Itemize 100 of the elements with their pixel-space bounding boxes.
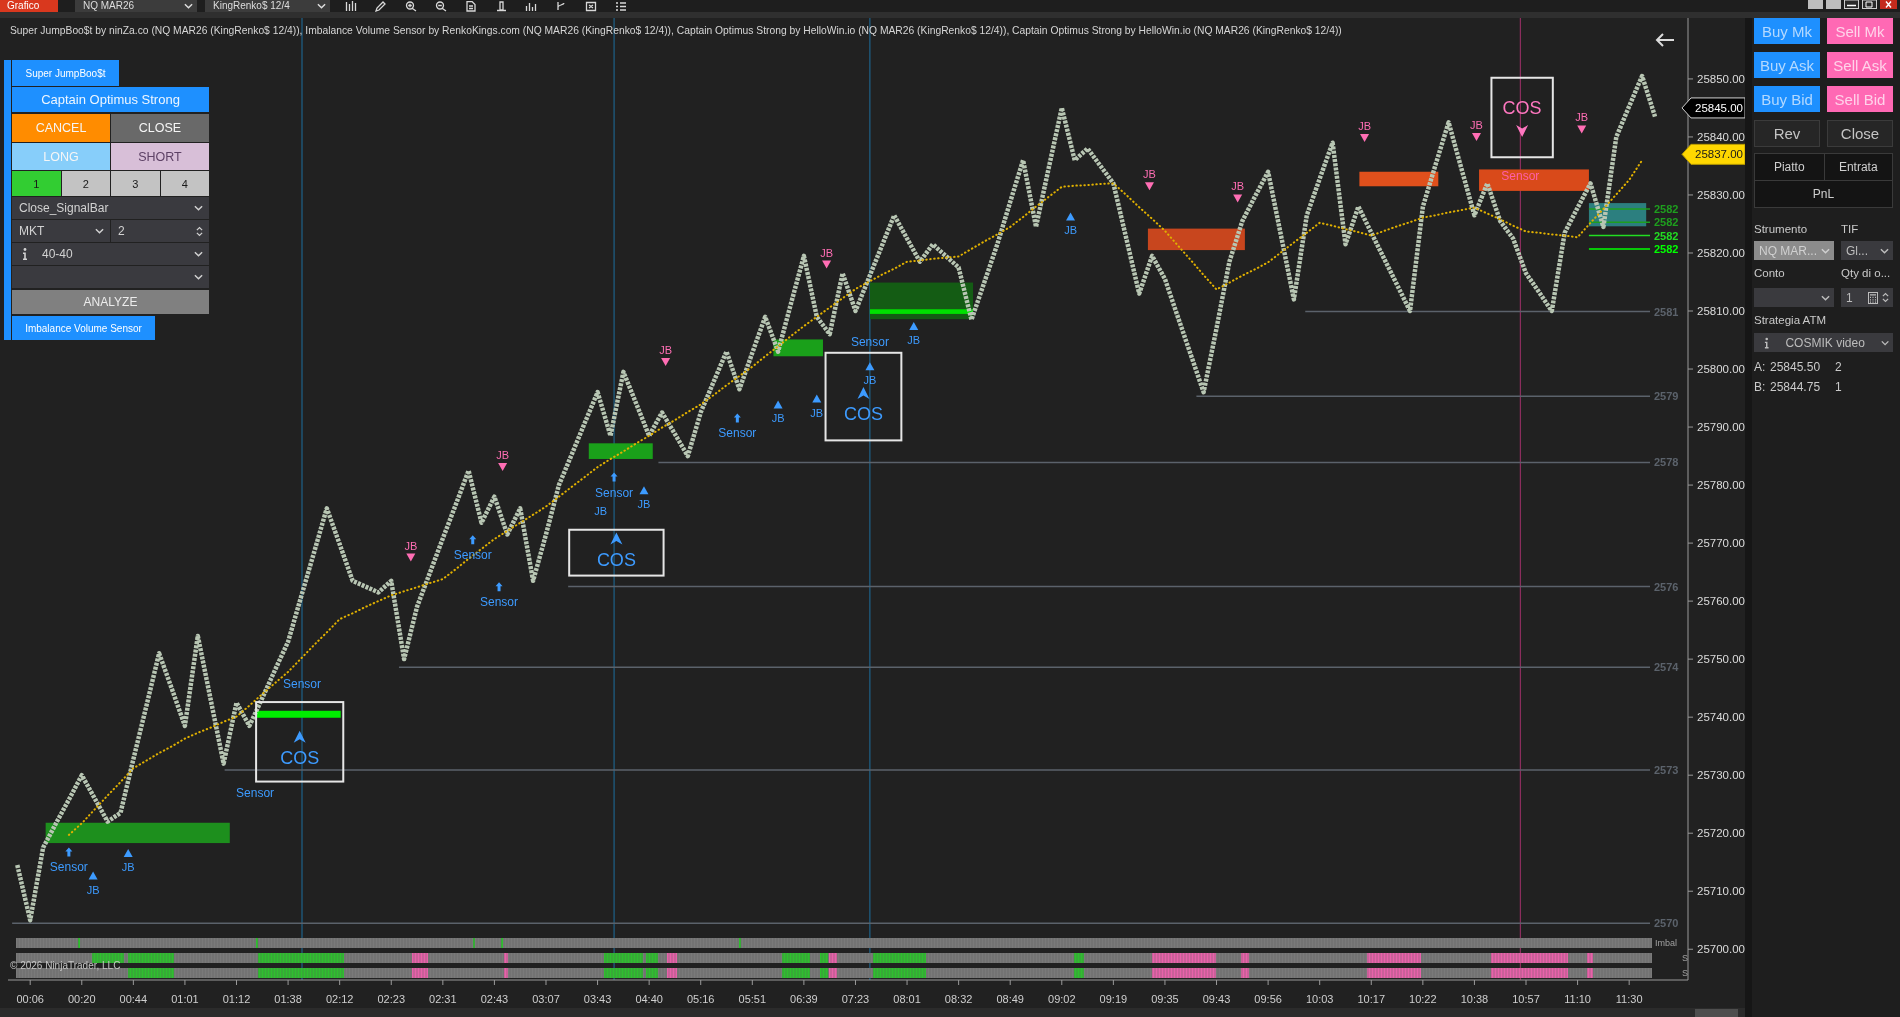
triangle-down-icon bbox=[1144, 182, 1154, 191]
atm-strategy-dropdown[interactable]: COSMIK video bbox=[1754, 333, 1893, 352]
sensor-label: Sensor bbox=[718, 426, 757, 441]
arrowhead-up-icon bbox=[610, 532, 623, 545]
arrow-left-icon[interactable] bbox=[1655, 33, 1675, 47]
position-button[interactable]: Close bbox=[1827, 120, 1893, 147]
indicator-tab[interactable]: Imbalance Volume Sensor bbox=[12, 316, 155, 340]
signal-label: JB bbox=[810, 406, 824, 419]
quantity-preset-button[interactable]: 3 bbox=[111, 171, 160, 196]
chart-tab[interactable]: Grafico bbox=[0, 0, 58, 12]
sensor-label: Sensor bbox=[453, 548, 492, 563]
caret-down-icon[interactable] bbox=[184, 3, 193, 9]
signal-label: JB bbox=[496, 449, 510, 462]
caret-down-icon[interactable] bbox=[1880, 339, 1889, 346]
close-icon[interactable] bbox=[1880, 0, 1897, 9]
time-label: 04:40 bbox=[635, 993, 663, 1005]
time-label: 02:23 bbox=[377, 993, 405, 1005]
caret-down-icon[interactable] bbox=[194, 205, 203, 211]
branch-icon[interactable] bbox=[555, 0, 567, 12]
time-label: 03:43 bbox=[583, 993, 612, 1005]
level-label: 2582 bbox=[1654, 202, 1679, 215]
level-label: 2578 bbox=[1654, 456, 1679, 469]
signal-label: JB bbox=[594, 504, 608, 517]
bracket-dropdown[interactable]: 40-40 bbox=[12, 243, 209, 265]
quantity-preset-button[interactable]: 4 bbox=[160, 171, 209, 196]
bar-icon[interactable] bbox=[495, 0, 507, 12]
exit-mode-dropdown[interactable]: Close_SignalBar bbox=[12, 197, 209, 219]
bars-icon[interactable] bbox=[345, 0, 357, 12]
scroll-thumb[interactable] bbox=[1695, 1009, 1738, 1017]
price-label: 25760.00 bbox=[1697, 595, 1745, 608]
price-label: 25770.00 bbox=[1697, 537, 1745, 550]
indicator-legend: Super JumpBoo$t by ninZa.co (NQ MAR26 (KingRenko$ 12/4)), Imbalance Volume Sensor by RenkoKings.com (NQ MAR26 (KingRenko$ 12/4)), Captain Optimus Strong by HelloWin.io (NQ MAR26 (KingRenko$ 12/4)), Captain Optimus Strong by HelloWin.io (NQ MAR26 (KingRenko$ 12/4)) bbox=[10, 24, 1342, 37]
analyze-button[interactable]: ANALYZE bbox=[12, 290, 209, 314]
triangle-down-icon bbox=[1360, 134, 1370, 143]
level-label: 2574 bbox=[1654, 661, 1679, 674]
document-icon[interactable] bbox=[465, 0, 477, 12]
minimize-icon[interactable] bbox=[1844, 0, 1859, 9]
zoom-out-icon[interactable] bbox=[435, 0, 447, 12]
strip-label: S bbox=[1682, 968, 1688, 978]
caret-down-icon[interactable] bbox=[95, 228, 104, 234]
signal-label: JB bbox=[404, 539, 418, 552]
time-label: 05:16 bbox=[686, 993, 715, 1005]
quote-size: 2 bbox=[1835, 360, 1843, 374]
bar-chart-icon[interactable] bbox=[525, 0, 537, 12]
quantity-preset-button[interactable]: 1 bbox=[12, 171, 61, 196]
restore-icon[interactable] bbox=[1862, 0, 1877, 9]
spinner-arrows-icon[interactable] bbox=[196, 225, 203, 237]
signal-label: JB bbox=[1231, 180, 1245, 193]
level-label: 2570 bbox=[1654, 917, 1679, 930]
zoom-in-icon[interactable] bbox=[405, 0, 417, 12]
triangle-up-icon bbox=[812, 394, 822, 403]
caret-down-icon[interactable] bbox=[1821, 294, 1830, 301]
instrument-dropdown[interactable]: NQ MAR26 bbox=[75, 0, 197, 12]
caret-down-icon[interactable] bbox=[194, 251, 203, 257]
time-label: 05:51 bbox=[738, 993, 767, 1005]
quantity-spinner[interactable]: 2 bbox=[111, 220, 209, 242]
price-label: 25810.00 bbox=[1697, 305, 1745, 317]
arrow-up-icon bbox=[469, 535, 477, 545]
arrow-up-icon bbox=[65, 847, 73, 857]
signal-label: JB bbox=[771, 412, 785, 425]
time-label: 06:39 bbox=[790, 993, 818, 1005]
list-icon[interactable] bbox=[615, 0, 627, 12]
quote-size: 1 bbox=[1835, 380, 1843, 394]
caret-down-icon[interactable] bbox=[194, 274, 203, 280]
bar-type-dropdown[interactable]: KingRenko$ 12/4 bbox=[205, 0, 330, 12]
time-label: 10:38 bbox=[1460, 993, 1489, 1005]
quantity-spinner[interactable]: 1 bbox=[1841, 288, 1893, 307]
tif-dropdown[interactable]: Gl... bbox=[1841, 241, 1893, 260]
caret-down-icon[interactable] bbox=[317, 3, 326, 9]
strip-label: S bbox=[1682, 953, 1688, 963]
short-button[interactable]: SHORT bbox=[111, 143, 209, 170]
signal-label: JB bbox=[1358, 120, 1371, 133]
window-tile-icon[interactable] bbox=[1826, 0, 1841, 9]
window-tile-icon[interactable] bbox=[1808, 0, 1823, 9]
arrow-up-icon bbox=[495, 582, 503, 592]
triangle-up-icon bbox=[865, 362, 875, 371]
signal-label: COS bbox=[843, 404, 883, 425]
signal-label: JB bbox=[659, 344, 673, 357]
time-label: 01:01 bbox=[171, 993, 199, 1005]
scroll-bar[interactable] bbox=[0, 1008, 1745, 1017]
position-button[interactable]: Rev bbox=[1754, 120, 1820, 147]
arrowhead-down-icon bbox=[1516, 124, 1529, 137]
spinner-arrows-icon[interactable] bbox=[1882, 292, 1889, 303]
box-icon[interactable] bbox=[585, 0, 597, 12]
triangle-down-icon bbox=[1472, 132, 1481, 141]
info-icon bbox=[1764, 336, 1770, 349]
indicator-tab[interactable]: Super JumpBoo$t bbox=[12, 60, 119, 86]
sensor-label: Sensor bbox=[283, 677, 321, 692]
triangle-up-icon bbox=[639, 486, 649, 495]
close-button[interactable]: CLOSE bbox=[111, 114, 209, 142]
quantity-preset-button[interactable]: 2 bbox=[61, 171, 110, 196]
order-type-dropdown[interactable]: MKT bbox=[12, 220, 110, 242]
price-label: 25840.00 bbox=[1697, 130, 1745, 143]
time-label: 09:35 bbox=[1151, 993, 1179, 1005]
signal-label: COS bbox=[1502, 97, 1542, 118]
caret-down-icon[interactable] bbox=[1880, 247, 1889, 254]
column-header: Entrata bbox=[1823, 154, 1892, 180]
calculator-icon[interactable] bbox=[1868, 291, 1878, 304]
pencil-icon[interactable] bbox=[375, 0, 387, 12]
time-label: 10:57 bbox=[1512, 993, 1540, 1005]
